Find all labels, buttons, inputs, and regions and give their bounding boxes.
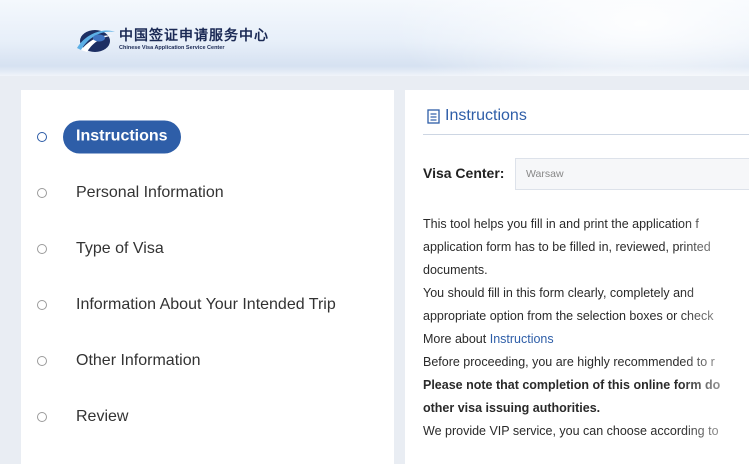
document-icon [427, 108, 440, 124]
step-label: Type of Visa [76, 240, 164, 257]
step-intended-trip[interactable]: Information About Your Intended Trip [21, 290, 394, 320]
note-bold-text: Please note that completion of this onli… [423, 378, 721, 392]
instruction-line: other visa issuing authorities. [423, 401, 601, 415]
step-label: Instructions [63, 120, 181, 154]
step-dot [37, 188, 47, 198]
heading-divider [423, 134, 749, 135]
step-label: Review [76, 408, 129, 425]
site-logo[interactable]: 中国签证申请服务中心 Chinese Visa Application Serv… [75, 24, 269, 56]
instruction-line: Before proceeding, you are highly recomm… [423, 355, 715, 369]
step-personal-information[interactable]: Personal Information [21, 178, 394, 208]
site-header: 中国签证申请服务中心 Chinese Visa Application Serv… [0, 0, 749, 76]
logo-chinese-text: 中国签证申请服务中心 [119, 28, 269, 44]
step-dot [37, 132, 47, 142]
step-dot [37, 356, 47, 366]
step-type-of-visa[interactable]: Type of Visa [21, 234, 394, 264]
step-dot [37, 244, 47, 254]
step-dot [37, 412, 47, 422]
steps-panel: Instructions Personal Information Type o… [21, 90, 394, 464]
instructions-panel: Instructions Visa Center: Warsaw This to… [405, 90, 749, 464]
step-dot [37, 300, 47, 310]
visa-center-field[interactable]: Warsaw [515, 158, 749, 190]
logo-english-text: Chinese Visa Application Service Center [119, 45, 225, 51]
instruction-line: application form has to be filled in, re… [423, 240, 711, 254]
instruction-line: This tool helps you fill in and print th… [423, 217, 699, 231]
more-about-prefix: More about [423, 332, 490, 346]
instruction-line: documents. [423, 263, 488, 277]
more-about-line: More about Instructions [423, 332, 749, 346]
step-label: Personal Information [76, 184, 224, 201]
instruction-line: You should fill in this form clearly, co… [423, 286, 694, 300]
instruction-line: appropriate option from the selection bo… [423, 309, 714, 323]
swoosh-logo-icon [77, 30, 115, 52]
step-instructions[interactable]: Instructions [21, 120, 394, 154]
step-label: Information About Your Intended Trip [76, 296, 336, 313]
header-glow [389, 0, 749, 76]
instruction-line: We provide VIP service, you can choose a… [423, 424, 719, 438]
instructions-heading: Instructions [427, 107, 527, 125]
instructions-link[interactable]: Instructions [490, 332, 554, 346]
note-line: Please note that completion of this onli… [423, 378, 749, 392]
visa-center-label: Visa Center: [423, 165, 505, 181]
instructions-title: Instructions [445, 107, 527, 124]
step-label: Other Information [76, 352, 201, 369]
step-other-information[interactable]: Other Information [21, 346, 394, 376]
step-review[interactable]: Review [21, 402, 394, 432]
